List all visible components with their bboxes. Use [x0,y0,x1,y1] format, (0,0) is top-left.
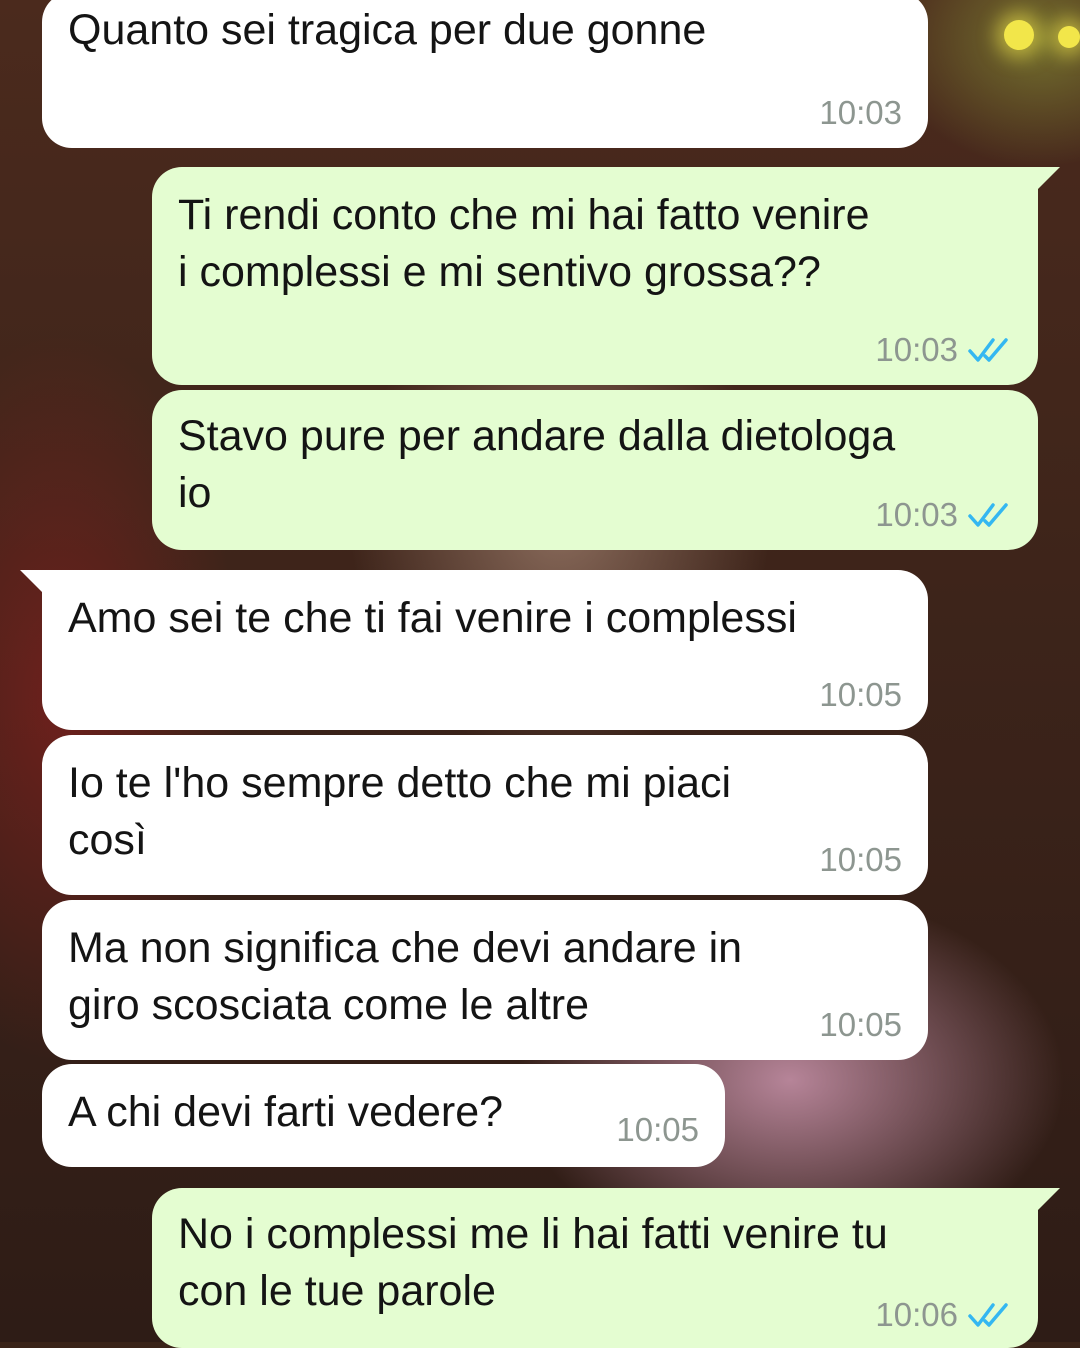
double-check-icon [968,1303,1008,1327]
message-meta: 10:03 [875,331,1012,369]
message-text: Ti rendi conto che mi hai fatto venire i… [178,191,870,296]
message-bubble-outgoing[interactable]: No i complessi me li hai fatti venire tu… [152,1188,1060,1348]
message-time: 10:03 [819,94,902,131]
message-meta: 10:03 [875,496,1012,534]
message-meta: 10:03 [819,94,902,132]
message-time: 10:05 [616,1111,699,1148]
message-time: 10:05 [819,841,902,878]
message-time: 10:03 [875,496,958,533]
message-meta: 10:05 [819,841,902,879]
message-meta: 10:06 [875,1296,1012,1334]
message-time: 10:03 [875,331,958,368]
message-bubble-incoming[interactable]: A chi devi farti vedere? 10:05 [42,1064,725,1167]
message-time: 10:05 [819,676,902,713]
message-text: Quanto sei tragica per due gonne [68,6,707,54]
message-text: Amo sei te che ti fai venire i complessi [68,594,797,642]
double-check-icon [968,503,1008,527]
message-bubble-incoming[interactable]: Amo sei te che ti fai venire i complessi… [20,570,928,730]
wallpaper-light [1058,26,1080,48]
message-meta: 10:05 [819,676,902,714]
message-bubble-outgoing[interactable]: Ti rendi conto che mi hai fatto venire i… [152,167,1060,385]
message-time: 10:05 [819,1006,902,1043]
message-bubble-incoming[interactable]: Ma non significa che devi andare in giro… [42,900,928,1060]
message-bubble-incoming[interactable]: Io te l'ho sempre detto che mi piaci cos… [42,735,928,895]
message-bubble-outgoing[interactable]: Stavo pure per andare dalla dietologa io… [152,390,1038,550]
message-meta: 10:05 [616,1111,699,1149]
message-bubble-incoming[interactable]: Quanto sei tragica per due gonne 10:03 [42,0,928,148]
message-time: 10:06 [875,1296,958,1333]
message-meta: 10:05 [819,1006,902,1044]
message-text: Io te l'ho sempre detto che mi piaci cos… [68,759,732,864]
wallpaper-light [1004,20,1034,50]
double-check-icon [968,338,1008,362]
message-text: Ma non significa che devi andare in giro… [68,924,743,1029]
message-text: A chi devi farti vedere? [68,1088,504,1136]
